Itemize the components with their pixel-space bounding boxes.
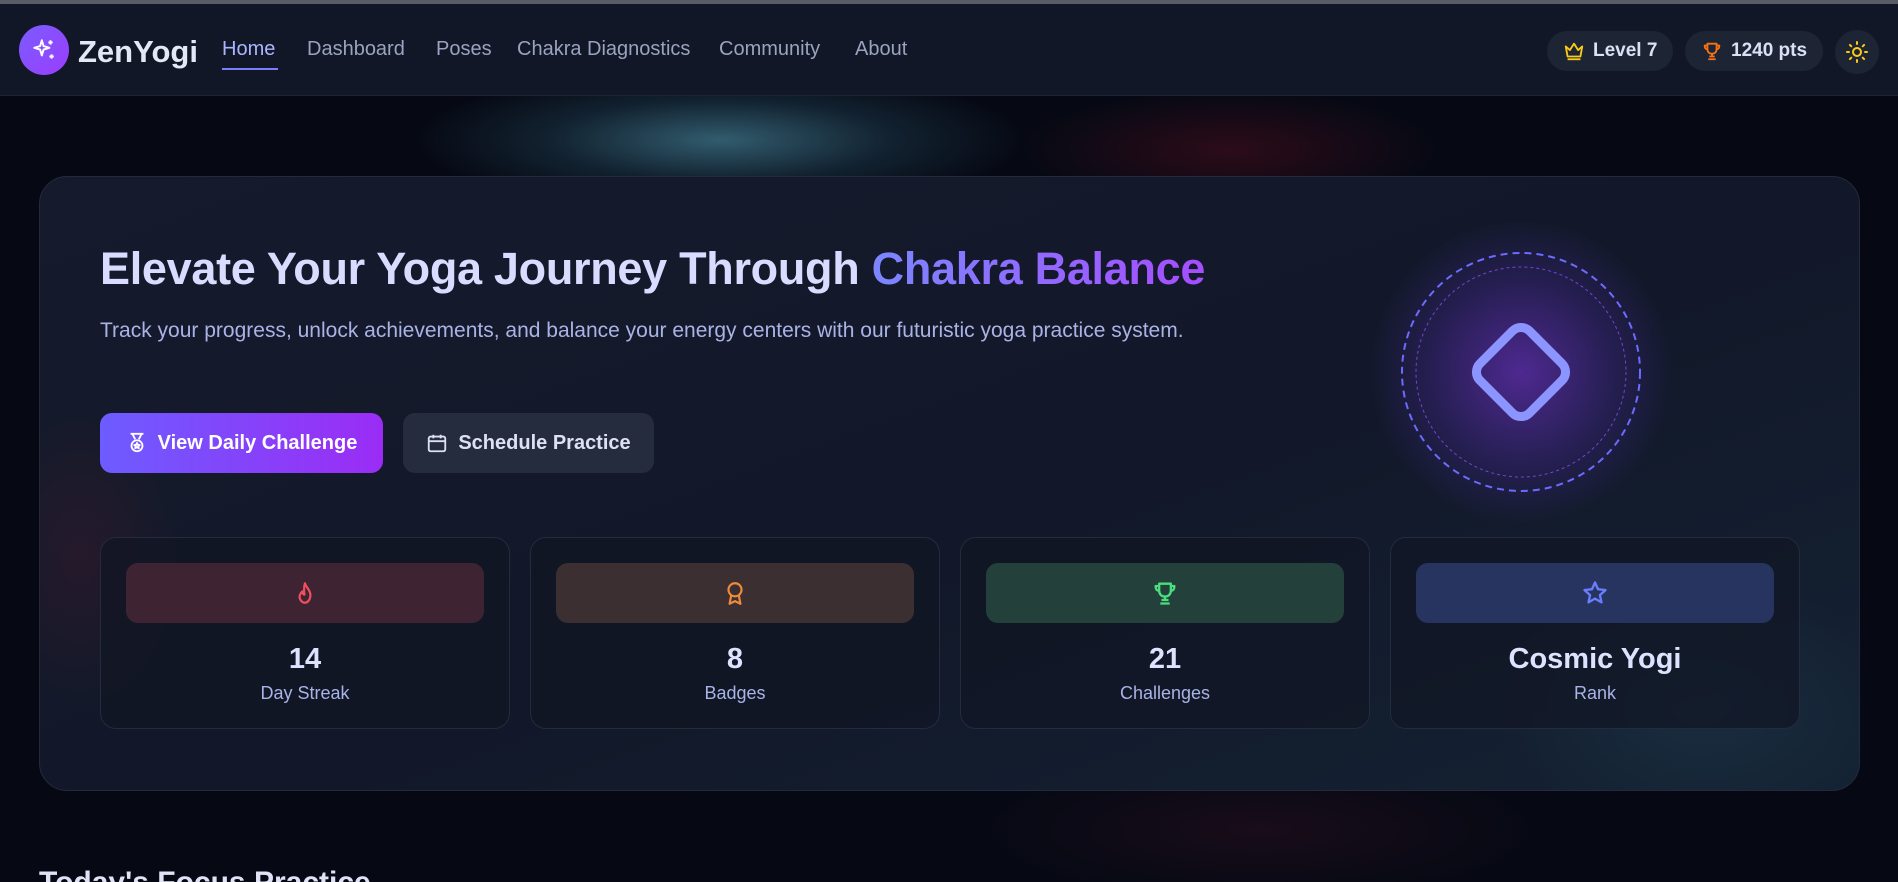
hero-title: Elevate Your Yoga Journey Through Chakra…	[100, 243, 1205, 295]
nav-link-poses[interactable]: Poses	[436, 38, 492, 61]
nav-link-about[interactable]: About	[855, 38, 907, 61]
nav-link-community[interactable]: Community	[719, 38, 820, 61]
nav-link-chakra-diagnostics[interactable]: Chakra Diagnostics	[517, 38, 690, 61]
hero-title-accent: Chakra Balance	[871, 243, 1206, 294]
diamond-icon	[1401, 252, 1641, 492]
secondary-button-label: Schedule Practice	[458, 431, 631, 454]
primary-button-label: View Daily Challenge	[157, 431, 358, 454]
view-daily-challenge-button[interactable]: View Daily Challenge	[100, 413, 383, 473]
hero-title-main: Elevate Your Yoga Journey Through	[100, 243, 872, 294]
chakra-emblem	[1356, 207, 1686, 537]
stat-value: 21	[1148, 643, 1182, 675]
flame-icon	[298, 582, 312, 604]
stat-label: Challenges	[1119, 683, 1211, 703]
medal-icon	[130, 432, 144, 453]
schedule-practice-button[interactable]: Schedule Practice	[403, 413, 654, 473]
stat-icon-box	[556, 563, 914, 623]
nav-link-dashboard[interactable]: Dashboard	[307, 38, 405, 61]
stat-card-badges: 8 Badges	[530, 537, 940, 729]
nav-link-home[interactable]: Home	[222, 38, 275, 61]
section-heading: Today's Focus Practice	[39, 866, 371, 882]
active-nav-indicator	[222, 68, 278, 70]
stat-icon-box	[986, 563, 1344, 623]
stat-card-challenges: 21 Challenges	[960, 537, 1370, 729]
stat-icon-box	[126, 563, 484, 623]
hero-subtitle: Track your progress, unlock achievements…	[100, 319, 1184, 342]
trophy-icon	[1154, 582, 1176, 605]
stat-label: Rank	[1573, 683, 1617, 703]
top-navbar: ZenYogi Home Dashboard Poses Chakra Diag…	[0, 4, 1898, 96]
stat-card-streak: 14 Day Streak	[100, 537, 510, 729]
hero-card: Elevate Your Yoga Journey Through Chakra…	[39, 176, 1860, 791]
stat-value: 14	[288, 643, 322, 675]
crown-icon	[1564, 42, 1584, 61]
trophy-icon	[1703, 42, 1721, 61]
points-label: 1240 pts	[1731, 40, 1808, 61]
stat-icon-box	[1416, 563, 1774, 623]
stat-value: 8	[726, 643, 744, 675]
sparkles-icon	[33, 39, 54, 59]
points-badge[interactable]: 1240 pts	[1685, 31, 1824, 71]
brand-name[interactable]: ZenYogi	[78, 34, 198, 70]
stat-label: Badges	[704, 683, 766, 703]
level-badge[interactable]: Level 7	[1547, 31, 1674, 71]
stat-value: Cosmic Yogi	[1508, 643, 1682, 675]
calendar-icon	[428, 434, 447, 453]
medal-icon	[727, 582, 743, 605]
theme-toggle-button[interactable]	[1835, 30, 1879, 74]
star-icon	[1583, 581, 1607, 604]
logo-badge[interactable]	[19, 25, 69, 75]
level-label: Level 7	[1593, 40, 1658, 61]
stat-label: Day Streak	[260, 683, 350, 703]
sun-icon	[1846, 41, 1868, 63]
stat-card-rank: Cosmic Yogi Rank	[1390, 537, 1800, 729]
